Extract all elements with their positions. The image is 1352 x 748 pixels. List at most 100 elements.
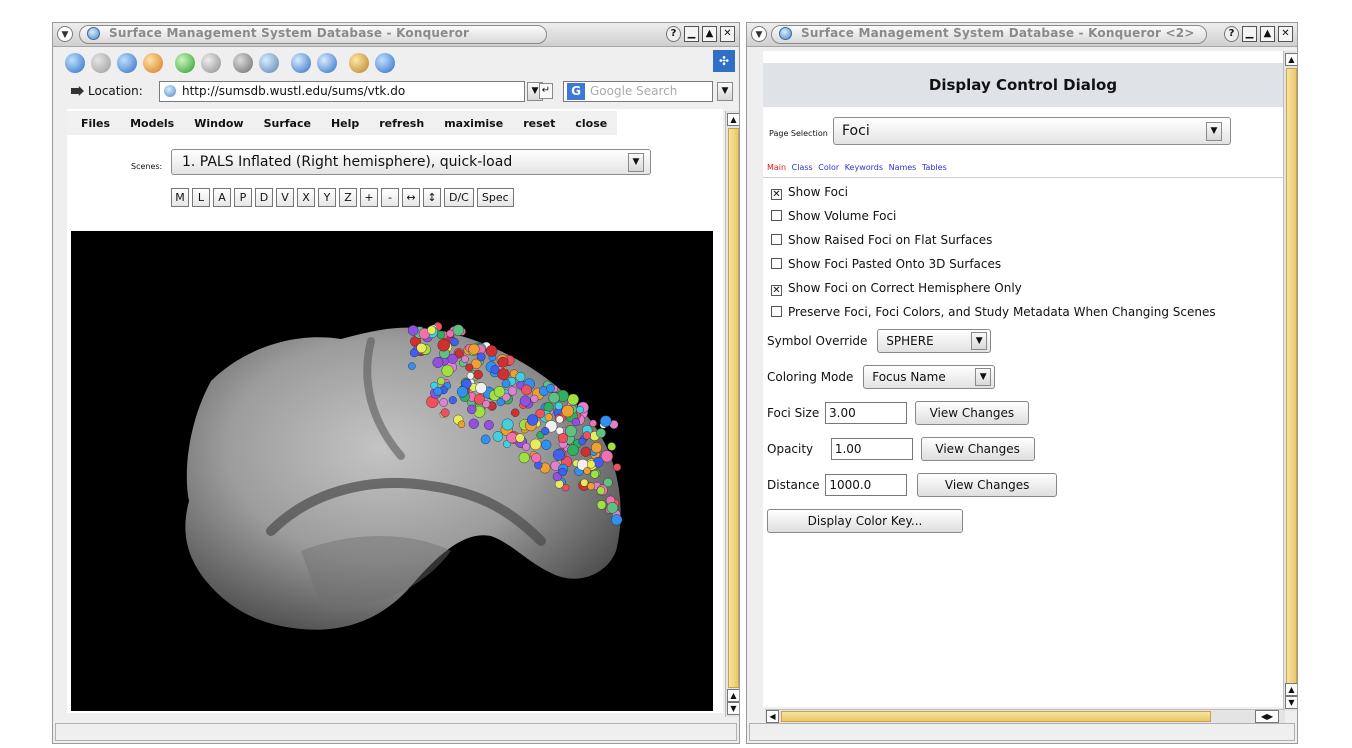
help-icon[interactable]: ? [1224,26,1239,42]
home-icon[interactable] [141,51,165,75]
checkbox[interactable]: ✕ [771,285,782,296]
close-icon[interactable]: ✕ [1278,26,1293,42]
scenes-select[interactable]: 1. PALS Inflated (Right hemisphere), qui… [171,149,651,175]
horizontal-scrollbar[interactable]: ◀ ◀▶ [765,709,1285,723]
view-button-5[interactable]: V [276,188,294,207]
maximize-icon[interactable]: ▲ [1260,26,1275,42]
brain-surface-render[interactable] [71,231,713,711]
minimize-icon[interactable]: ▁ [684,26,699,42]
option-correct-hemisphere[interactable]: ✕ Show Foci on Correct Hemisphere Only [771,281,1022,296]
view-button-1[interactable]: L [192,188,210,207]
page-selection-select[interactable]: Foci ▼ [833,117,1231,145]
h-scroll-thumb[interactable] [781,711,1211,722]
view-button-11[interactable]: ↔ [402,188,420,207]
view-button-3[interactable]: P [234,188,252,207]
scroll-up-icon-bottom[interactable]: ▲ [727,689,739,702]
scroll-thumb-right[interactable] [1286,68,1297,688]
scroll-up-icon[interactable]: ▲ [1285,53,1297,66]
tab-tables[interactable]: Tables [922,163,947,172]
checkbox[interactable] [771,258,782,269]
view-button-8[interactable]: Z [339,188,357,207]
zoom-in-icon[interactable] [289,51,313,75]
menu-files[interactable]: Files [81,117,110,130]
view-button-12[interactable]: ↕ [423,188,441,207]
checkbox[interactable]: ✕ [771,189,782,200]
view-changes-button-opacity[interactable]: View Changes [920,437,1035,461]
go-button[interactable]: ↵ [539,83,553,99]
scroll-left-icon[interactable]: ◀ [766,710,779,723]
back-icon[interactable] [63,51,87,75]
view-button-13[interactable]: D/C [444,188,474,207]
view-button-6[interactable]: X [297,188,315,207]
window-menu-icon[interactable]: ▼ [57,26,73,42]
google-search-input[interactable]: G Google Search [563,81,713,102]
view-changes-button-size[interactable]: View Changes [914,401,1029,425]
close-icon[interactable]: ✕ [720,26,735,42]
menu-reset[interactable]: reset [523,117,555,130]
security-icon[interactable] [347,51,371,75]
find-icon[interactable] [257,51,281,75]
minimize-icon[interactable]: ▁ [1242,26,1257,42]
scroll-left-right-icon[interactable]: ◀▶ [1255,710,1279,723]
display-color-key-button[interactable]: Display Color Key... [767,509,963,533]
3d-viewport[interactable] [71,231,713,711]
page-selection-dropdown-icon[interactable]: ▼ [1206,122,1222,141]
title-bar[interactable]: ▼ Surface Management System Database - K… [53,23,739,47]
scroll-up-icon-bottom[interactable]: ▲ [1285,683,1297,696]
stop-icon[interactable] [199,51,223,75]
scroll-down-icon[interactable]: ▼ [727,702,739,715]
view-button-2[interactable]: A [213,188,231,207]
scroll-thumb[interactable] [728,128,739,688]
view-button-14[interactable]: Spec [476,188,514,207]
symbol-override-dropdown-icon[interactable]: ▼ [971,332,988,350]
tab-keywords[interactable]: Keywords [845,163,883,172]
tab-names[interactable]: Names [889,163,917,172]
option-preserve-foci[interactable]: Preserve Foci, Foci Colors, and Study Me… [771,305,1216,319]
menu-refresh[interactable]: refresh [379,117,424,130]
reload-icon[interactable] [173,51,197,75]
menu-close[interactable]: close [575,117,607,130]
print-icon[interactable] [231,51,255,75]
forward-icon[interactable] [89,51,113,75]
foci-size-input[interactable]: 3.00 [825,402,908,424]
tab-main[interactable]: Main [767,163,786,172]
menu-window[interactable]: Window [194,117,243,130]
view-button-10[interactable]: - [381,188,399,207]
menu-maximise[interactable]: maximise [444,117,503,130]
distance-input[interactable]: 1000.0 [825,474,908,496]
vertical-scrollbar-right[interactable]: ▲ ▲ ▼ [1283,51,1297,711]
scroll-up-icon[interactable]: ▲ [727,113,739,126]
view-button-9[interactable]: + [360,188,378,207]
checkbox[interactable] [771,306,782,317]
checkbox[interactable] [771,210,782,221]
zoom-out-icon[interactable] [315,51,339,75]
opacity-input[interactable]: 1.00 [830,438,913,460]
window-menu-icon-right[interactable]: ▼ [751,26,767,42]
option-show-foci-pasted[interactable]: Show Foci Pasted Onto 3D Surfaces [771,257,1001,271]
coloring-mode-dropdown-icon[interactable]: ▼ [975,368,992,386]
menu-surface[interactable]: Surface [264,117,311,130]
search-engine-dropdown-icon[interactable]: ▼ [717,82,733,101]
menu-help[interactable]: Help [331,117,359,130]
option-show-raised-foci[interactable]: Show Raised Foci on Flat Surfaces [771,233,992,247]
download-icon[interactable] [373,51,397,75]
symbol-override-select[interactable]: SPHERE ▼ [877,329,992,353]
option-show-volume-foci[interactable]: Show Volume Foci [771,209,896,223]
coloring-mode-select[interactable]: Focus Name ▼ [863,365,996,389]
view-button-7[interactable]: Y [318,188,336,207]
view-changes-button-distance[interactable]: View Changes [917,473,1058,497]
url-input[interactable]: http://sumsdb.wustl.edu/sums/vtk.do [159,81,525,102]
vertical-scrollbar[interactable]: ▲ ▲ ▼ [725,111,739,717]
option-show-foci[interactable]: ✕ Show Foci [771,185,848,200]
view-button-4[interactable]: D [255,188,273,207]
checkbox[interactable] [771,234,782,245]
menu-models[interactable]: Models [130,117,174,130]
up-icon[interactable] [115,51,139,75]
title-bar-right[interactable]: ▼ Surface Management System Database - K… [747,23,1297,47]
help-icon[interactable]: ? [666,26,681,42]
maximize-icon[interactable]: ▲ [702,26,717,42]
scroll-down-icon[interactable]: ▼ [1285,696,1297,709]
scenes-dropdown-icon[interactable]: ▼ [628,153,644,172]
tab-class[interactable]: Class [792,163,813,172]
tab-color[interactable]: Color [818,163,839,172]
